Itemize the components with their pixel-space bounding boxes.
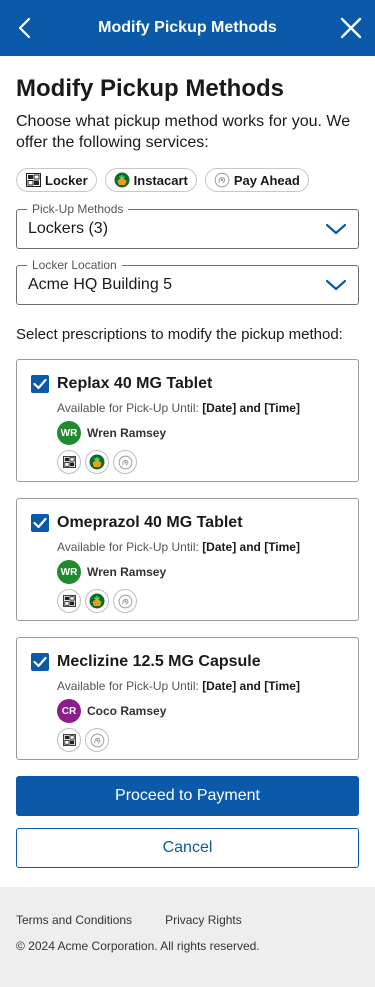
service-chip-label: Instacart	[133, 172, 188, 188]
select-prescriptions-prompt: Select prescriptions to modify the picku…	[16, 326, 343, 343]
header-title: Modify Pickup Methods	[98, 19, 277, 36]
availability-text: Available for Pick-Up Until: [Date] and …	[57, 400, 344, 416]
pay-ahead-icon	[113, 450, 137, 474]
avatar: CR	[57, 699, 81, 723]
patient-row: WR Wren Ramsey	[57, 560, 344, 584]
patient-row: WR Wren Ramsey	[57, 421, 344, 445]
service-icons	[57, 589, 344, 613]
pay-ahead-icon	[113, 589, 137, 613]
service-chip-label: Pay Ahead	[233, 172, 300, 188]
service-chip-label: Locker	[45, 172, 88, 188]
cancel-button[interactable]: Cancel	[16, 828, 359, 868]
checkmark-icon	[33, 656, 47, 668]
privacy-link[interactable]: Privacy Rights	[165, 913, 242, 927]
prescription-card: Omeprazol 40 MG Tablet Available for Pic…	[16, 498, 359, 621]
page-footer: Terms and Conditions Privacy Rights © 20…	[0, 887, 375, 987]
instacart-icon	[114, 172, 130, 188]
patient-name: Coco Ramsey	[87, 704, 167, 718]
instacart-icon	[85, 450, 109, 474]
prescription-checkbox[interactable]	[31, 653, 49, 671]
patient-name: Wren Ramsey	[87, 426, 167, 440]
locker-icon	[25, 172, 41, 188]
availability-label: Available for Pick-Up Until:	[57, 401, 199, 415]
availability-value: [Date] and [Time]	[202, 679, 300, 693]
availability-label: Available for Pick-Up Until:	[57, 540, 199, 554]
prescription-checkbox[interactable]	[31, 514, 49, 532]
checkmark-icon	[33, 378, 47, 390]
copyright-text: © 2024 Acme Corporation. All rights rese…	[16, 939, 260, 953]
service-icons	[57, 450, 344, 474]
avatar: WR	[57, 560, 81, 584]
patient-name: Wren Ramsey	[87, 565, 167, 579]
availability-text: Available for Pick-Up Until: [Date] and …	[57, 539, 344, 555]
prescription-name: Omeprazol 40 MG Tablet	[57, 514, 243, 531]
prescription-card: Replax 40 MG Tablet Available for Pick-U…	[16, 359, 359, 482]
locker-icon	[57, 728, 81, 752]
prescription-checkbox[interactable]	[31, 375, 49, 393]
pickup-methods-value: Lockers (3)	[28, 220, 109, 237]
prescription-name: Meclizine 12.5 MG Capsule	[57, 653, 261, 670]
availability-text: Available for Pick-Up Until: [Date] and …	[57, 678, 344, 694]
service-icons	[57, 728, 344, 752]
intro-text: Choose what pickup method works for you.…	[16, 113, 351, 151]
locker-location-legend: Locker Location	[27, 258, 122, 272]
locker-icon	[57, 450, 81, 474]
checkmark-icon	[33, 517, 47, 529]
service-chips: Locker Instacart Pay Ahead	[16, 168, 359, 192]
prescription-list: Replax 40 MG Tablet Available for Pick-U…	[16, 359, 359, 760]
availability-label: Available for Pick-Up Until:	[57, 679, 199, 693]
availability-value: [Date] and [Time]	[202, 401, 300, 415]
terms-link[interactable]: Terms and Conditions	[16, 913, 132, 927]
pay-ahead-icon	[85, 728, 109, 752]
service-chip-locker: Locker	[16, 168, 97, 192]
pickup-methods-select[interactable]: Pick-Up Methods Lockers (3)	[16, 202, 359, 249]
pickup-methods-legend: Pick-Up Methods	[27, 202, 129, 216]
chevron-down-icon	[325, 278, 347, 292]
proceed-to-payment-button[interactable]: Proceed to Payment	[16, 776, 359, 816]
prescription-card: Meclizine 12.5 MG Capsule Available for …	[16, 637, 359, 760]
chevron-down-icon	[325, 222, 347, 236]
service-chip-pay-ahead: Pay Ahead	[204, 168, 309, 192]
locker-icon	[57, 589, 81, 613]
close-icon[interactable]	[339, 16, 363, 40]
main-content: Modify Pickup Methods Choose what pickup…	[0, 56, 375, 868]
locker-location-value: Acme HQ Building 5	[28, 276, 173, 293]
pay-ahead-icon	[214, 172, 230, 188]
service-chip-instacart: Instacart	[104, 168, 197, 192]
availability-value: [Date] and [Time]	[202, 540, 300, 554]
chevron-left-icon[interactable]	[12, 14, 36, 42]
patient-row: CR Coco Ramsey	[57, 699, 344, 723]
avatar: WR	[57, 421, 81, 445]
prescription-name: Replax 40 MG Tablet	[57, 375, 213, 392]
instacart-icon	[85, 589, 109, 613]
app-header: Modify Pickup Methods	[0, 0, 375, 56]
footer-links: Terms and Conditions Privacy Rights	[16, 913, 359, 927]
locker-location-select[interactable]: Locker Location Acme HQ Building 5	[16, 258, 359, 305]
page-title: Modify Pickup Methods	[16, 75, 285, 102]
